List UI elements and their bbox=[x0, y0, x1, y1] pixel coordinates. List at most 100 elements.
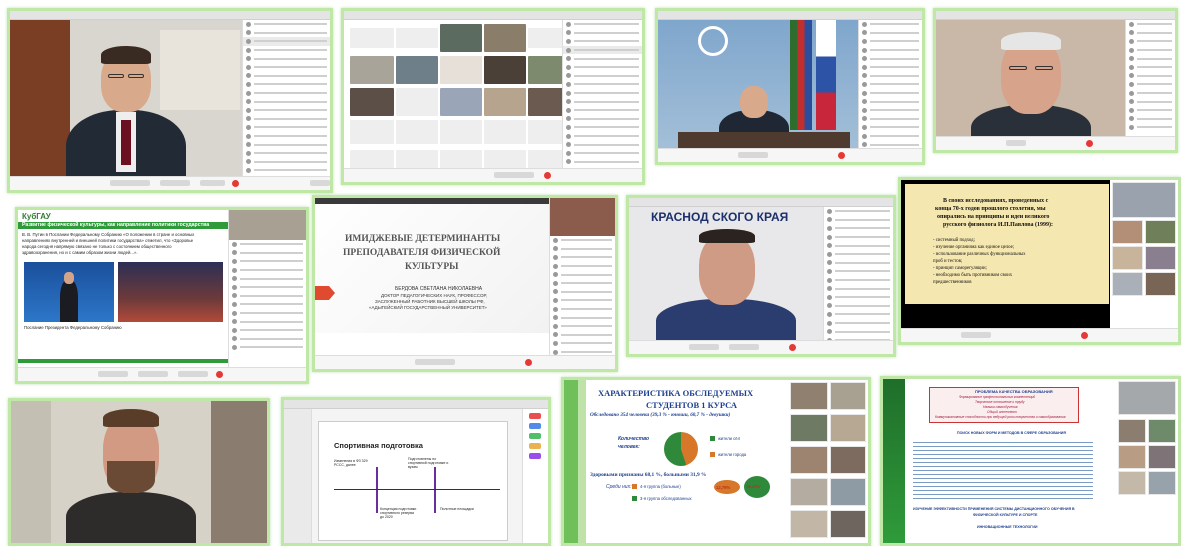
timeline-item: Концепция подготовки спортивного резерва… bbox=[380, 507, 417, 519]
video-tile-11[interactable]: Спортивная подготовка Изменения в ФЗ 329… bbox=[281, 397, 551, 546]
slide-text: народа сегодня напрямую связано не тольк… bbox=[22, 244, 172, 249]
bullet-item: - принцип саморегуляции; bbox=[933, 266, 987, 271]
leave-button[interactable] bbox=[232, 180, 239, 187]
author-credentials: ЗАСЛУЖЕННЫЙ РАБОТНИК ВЫСШЕЙ ШКОЛЫ РФ, bbox=[375, 299, 485, 304]
slide-text: Творческое отношение к труду bbox=[975, 400, 1025, 404]
bullet-item: проб и тестов; bbox=[933, 259, 963, 264]
label: Количество bbox=[618, 436, 650, 442]
timeline-item: Пилотные площадки bbox=[440, 507, 474, 511]
shared-slide: ИМИДЖЕВЫЕ ДЕТЕРМИНАНТЫ ПРЕПОДАВАТЕЛЯ ФИЗ… bbox=[315, 198, 549, 355]
slide-title: Спортивная подготовка bbox=[334, 441, 423, 450]
window-titlebar bbox=[629, 198, 893, 207]
gallery-view bbox=[344, 20, 562, 168]
meeting-toolbar[interactable] bbox=[10, 176, 330, 190]
meeting-toolbar[interactable] bbox=[18, 367, 306, 381]
leave-button[interactable] bbox=[789, 344, 796, 351]
photo-caption: Послание Президента Федеральному Собрани… bbox=[24, 325, 122, 330]
slide-heading: ПОИСК НОВЫХ ФОРМ И МЕТОДОВ В СФЕРЕ ОБРАЗ… bbox=[957, 431, 1066, 435]
slide-text: В. В. Путин в Послании Федеральному Собр… bbox=[22, 232, 195, 237]
hall-photo bbox=[118, 262, 223, 322]
slide-body-text bbox=[913, 439, 1093, 501]
video-tile-7[interactable]: ИМИДЖЕВЫЕ ДЕТЕРМИНАНТЫ ПРЕПОДАВАТЕЛЯ ФИЗ… bbox=[312, 195, 618, 372]
legend-item: 4-я группа (больные) bbox=[640, 484, 681, 489]
video-tile-9[interactable]: В своих исследованиях, проведенных с кон… bbox=[898, 177, 1181, 345]
window-titlebar bbox=[284, 400, 548, 409]
timeline-item: Изменения в ФЗ 329 РССС, далее bbox=[334, 459, 368, 467]
health-stat: Здоровыми признаны 68,1 %, больными 31,9… bbox=[590, 472, 707, 478]
meeting-toolbar[interactable] bbox=[315, 355, 615, 369]
meeting-toolbar[interactable] bbox=[901, 328, 1178, 342]
meeting-toolbar[interactable] bbox=[936, 136, 1175, 150]
video-tile-12[interactable]: ХАРАКТЕРИСТИКА ОБСЛЕДУЕМЫХ СТУДЕНТОВ 1 К… bbox=[561, 377, 871, 546]
slide-text: Формирование профессиональных компетенци… bbox=[959, 395, 1036, 399]
slide-text: здравоохранения, но и с самим образом жи… bbox=[22, 250, 138, 255]
participants-panel[interactable] bbox=[228, 210, 306, 367]
leave-button[interactable] bbox=[1081, 332, 1088, 339]
video-tile-4[interactable] bbox=[933, 8, 1178, 153]
shared-slide: ХАРАКТЕРИСТИКА ОБСЛЕДУЕМЫХ СТУДЕНТОВ 1 К… bbox=[564, 380, 788, 543]
slide-text: направлениях внутренней и внешней полити… bbox=[22, 238, 194, 243]
participant-video bbox=[651, 229, 801, 340]
participant-thumbnails bbox=[788, 380, 868, 543]
shared-slide: В своих исследованиях, проведенных с кон… bbox=[901, 180, 1110, 328]
slide-title: Развитие физической культуры, как направ… bbox=[22, 222, 210, 228]
participants-panel[interactable] bbox=[858, 20, 922, 148]
slide-subtitle: Обследовано 354 человека (39,3 % - юноши… bbox=[590, 412, 731, 418]
leave-button[interactable] bbox=[216, 371, 223, 378]
video-tile-10[interactable] bbox=[8, 398, 270, 546]
window-titlebar bbox=[10, 11, 330, 20]
slide-heading: ИЗУЧЕНИЕ ЭФФЕКТИВНОСТИ ПРИМЕНЕНИЯ СИСТЕМ… bbox=[913, 507, 1075, 511]
video-tile-2[interactable] bbox=[341, 8, 645, 185]
legend-item: жители города bbox=[718, 452, 747, 457]
author-name: БЕРДОВА СВЕТЛАНА НИКОЛАЕВНА bbox=[395, 286, 483, 292]
video-tile-3[interactable] bbox=[655, 8, 925, 165]
wall-banner: КРАСНОД СКОГО КРАЯ bbox=[651, 210, 789, 224]
slide-text: опирались на принципы и идеи великого bbox=[937, 214, 1050, 220]
video-tile-6[interactable]: КубГАУ Развитие физической культуры, как… bbox=[15, 207, 309, 384]
window-titlebar bbox=[344, 11, 642, 20]
legend-item: 3-я группа обследованных bbox=[640, 496, 692, 501]
data-label: 12,79% bbox=[716, 485, 731, 490]
slide-text: русского физиолога И.П.Павлова (1999): bbox=[943, 222, 1053, 228]
label: человек: bbox=[618, 444, 640, 450]
video-tile-1[interactable] bbox=[7, 8, 333, 193]
shared-slide: ПРОБЛЕМА КАЧЕСТВА ОБРАЗОВАНИЯ Формирован… bbox=[883, 379, 1116, 543]
leave-button[interactable] bbox=[1086, 140, 1093, 147]
slide-title: ПРОБЛЕМА КАЧЕСТВА ОБРАЗОВАНИЯ bbox=[975, 389, 1053, 394]
bullet-item: - использование различных функциональных bbox=[933, 252, 1026, 257]
participants-panel[interactable] bbox=[562, 20, 642, 168]
timeline-item: Подготовлены по спортивной подготовке и … bbox=[408, 457, 449, 469]
video-tile-13[interactable]: ПРОБЛЕМА КАЧЕСТВА ОБРАЗОВАНИЯ Формирован… bbox=[880, 376, 1181, 546]
slide-heading: ФИЗИЧЕСКОЙ КУЛЬТУРЕ И СПОРТЕ bbox=[973, 513, 1038, 517]
participants-panel[interactable] bbox=[1125, 20, 1175, 136]
video-tile-8[interactable]: КРАСНОД СКОГО КРАЯ bbox=[626, 195, 896, 357]
meeting-toolbar[interactable] bbox=[629, 340, 893, 354]
shared-slide: Спортивная подготовка Изменения в ФЗ 329… bbox=[284, 409, 522, 543]
participant-thumbnails bbox=[1116, 379, 1178, 543]
leave-button[interactable] bbox=[544, 172, 551, 179]
slide-title: ИМИДЖЕВЫЕ ДЕТЕРМИНАНТЫ bbox=[345, 234, 501, 244]
slide-text: Общий интеллект bbox=[987, 410, 1017, 414]
participants-panel[interactable] bbox=[823, 207, 893, 340]
participants-panel[interactable] bbox=[242, 20, 330, 176]
bullet-item: - необходимо быть противником своих bbox=[933, 273, 1013, 278]
university-logo: КубГАУ bbox=[22, 212, 51, 221]
slide-text: Навыки самообучения bbox=[983, 405, 1018, 409]
data-label: 19,20% bbox=[746, 484, 761, 489]
meeting-toolbar[interactable] bbox=[344, 168, 642, 182]
label: Среди них: bbox=[606, 484, 632, 490]
participant-video bbox=[966, 30, 1096, 136]
leave-button[interactable] bbox=[525, 359, 532, 366]
right-toolbar[interactable] bbox=[522, 409, 548, 543]
shared-slide: КубГАУ Развитие физической культуры, как… bbox=[18, 210, 228, 367]
slide-text: Коммуникативные способности при ведущей … bbox=[935, 415, 1066, 419]
slide-title: ХАРАКТЕРИСТИКА ОБСЛЕДУЕМЫХ bbox=[598, 388, 754, 398]
bullet-item: предшественников bbox=[933, 280, 972, 285]
pie-chart bbox=[664, 432, 698, 466]
slide-text: В своих исследованиях, проведенных с bbox=[943, 198, 1049, 204]
leave-button[interactable] bbox=[838, 152, 845, 159]
meeting-toolbar[interactable] bbox=[658, 148, 922, 162]
participants-panel[interactable] bbox=[549, 198, 615, 355]
author-university: «АДЫГЕЙСКИЙ ГОСУДАРСТВЕННЫЙ УНИВЕРСИТЕТ» bbox=[369, 305, 487, 310]
participant-thumbnails bbox=[1110, 180, 1178, 328]
